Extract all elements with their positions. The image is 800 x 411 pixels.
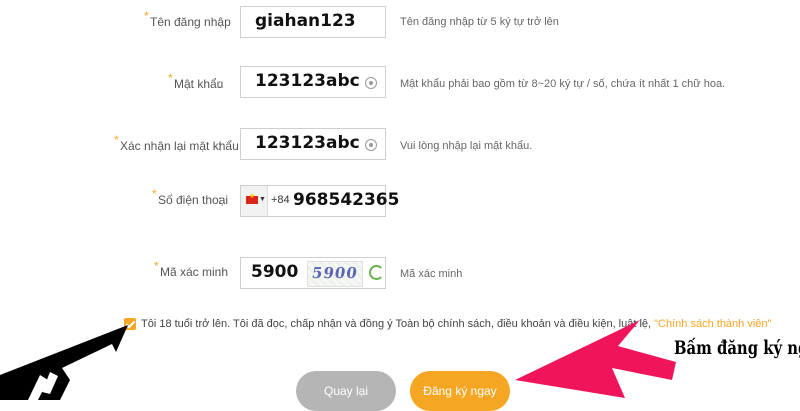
right-arrow-icon [515,320,676,398]
left-arrow-icon [0,325,128,400]
annotation-text: Bấm đăng ký ngay [674,337,800,359]
